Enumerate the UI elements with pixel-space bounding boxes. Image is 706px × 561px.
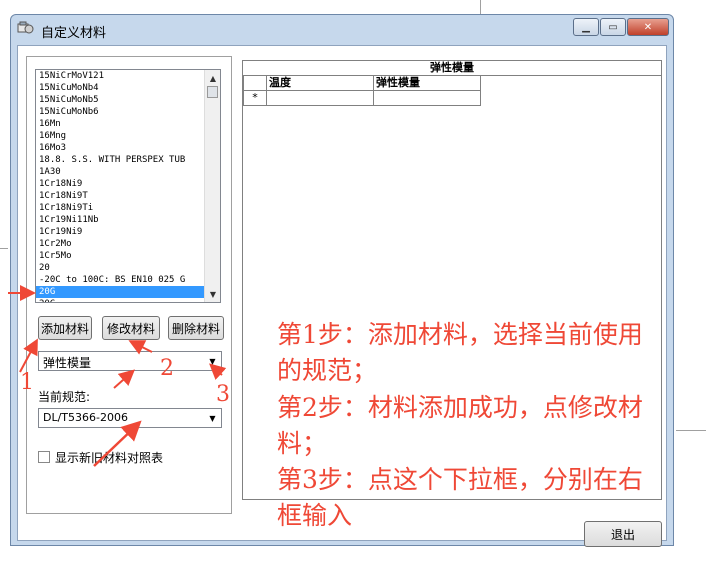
- arrow-to-add-button: [19, 338, 38, 373]
- annotation-step-line: 第2步：材料添加成功，点修改材: [277, 393, 643, 422]
- arrow-to-standard-combo: [93, 420, 142, 467]
- annotation-number-1: 1: [20, 370, 34, 395]
- arrow-to-combo-arrow: [209, 363, 227, 380]
- annotation-step-line: 料；: [277, 429, 328, 458]
- annotation-step-line: 第3步：点这个下拉框，分别在右: [277, 465, 643, 494]
- arrow-to-property-combo: [113, 369, 135, 389]
- annotation-step-line: 第1步：添加材料，选择当前使用: [277, 320, 643, 349]
- annotation-number-2: 2: [160, 356, 174, 381]
- annotation-step-line: 的规范；: [277, 356, 378, 385]
- arrow-to-modify-button: [128, 340, 153, 355]
- annotation-step-line: 框输入: [277, 501, 353, 530]
- annotation-number-3: 3: [216, 382, 230, 407]
